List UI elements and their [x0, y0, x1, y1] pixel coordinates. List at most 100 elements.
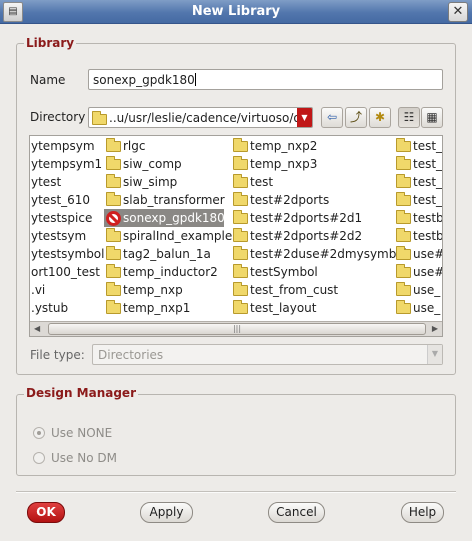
list-item[interactable]: tag2_balun_1a [104, 245, 226, 263]
folder-icon [106, 174, 121, 188]
use-no-dm-label: Use No DM [51, 451, 117, 465]
list-item[interactable]: ytempsym1 [31, 155, 102, 173]
no-entry-icon [106, 211, 121, 226]
list-item[interactable]: test#2dports#2d2 [231, 227, 391, 245]
file-column-1: ytempsym ytempsym1 ytest ytest_610 ytest… [31, 137, 104, 317]
list-item[interactable]: test#2dports#2d1 [231, 209, 391, 227]
list-item[interactable]: test_l [394, 173, 442, 191]
folder-icon [396, 192, 411, 206]
folder-icon [233, 210, 248, 224]
detail-view-icon: ▦ [426, 110, 438, 124]
folder-icon [233, 264, 248, 278]
list-item[interactable]: testba [394, 227, 442, 245]
folder-icon [106, 282, 121, 296]
help-button[interactable]: Help [401, 502, 444, 523]
folder-icon [233, 246, 248, 260]
apply-button[interactable]: Apply [140, 502, 193, 523]
list-item[interactable]: temp_inductor2 [104, 263, 226, 281]
list-item[interactable]: test#2duse#2dmysymbol [231, 245, 407, 263]
list-item[interactable]: ytestsymbol [31, 245, 104, 263]
list-item[interactable]: ytestspice [31, 209, 99, 227]
folder-icon [396, 282, 411, 296]
folder-icon [233, 138, 248, 152]
list-item[interactable]: testSymbol [231, 263, 391, 281]
file-column-2: rlgc siw_comp siw_simp slab_transformer … [104, 137, 232, 317]
directory-value: ..u/usr/leslie/cadence/virtuoso/oa/ [109, 111, 313, 125]
close-icon[interactable]: ✕ [448, 2, 468, 22]
library-group-title: Library [24, 36, 77, 50]
scroll-left-icon[interactable]: ◀ [34, 324, 40, 333]
name-input[interactable]: sonexp_gpdk180 [88, 69, 443, 90]
use-none-radio[interactable] [33, 427, 45, 439]
list-item[interactable]: .ystub [31, 299, 99, 317]
list-item[interactable]: test#2dports [231, 191, 391, 209]
list-item[interactable]: rlgc [104, 137, 226, 155]
window-title: New Library [191, 4, 281, 19]
scrollbar-thumb[interactable]: ||| [48, 323, 426, 335]
folder-icon [233, 174, 248, 188]
cancel-button[interactable]: Cancel [268, 502, 325, 523]
list-item[interactable]: siw_comp [104, 155, 226, 173]
folder-icon [396, 264, 411, 278]
list-item[interactable]: test_l [394, 191, 442, 209]
list-item[interactable]: test [231, 173, 391, 191]
folder-icon [233, 282, 248, 296]
list-item[interactable]: use#2 [394, 263, 442, 281]
folder-icon [396, 174, 411, 188]
list-item[interactable]: .vi [31, 281, 99, 299]
list-item[interactable]: temp_nxp [104, 281, 226, 299]
list-item[interactable]: temp_nxp1 [104, 299, 226, 317]
folder-icon [106, 300, 121, 314]
list-item[interactable]: ort100_test [31, 263, 100, 281]
list-item[interactable]: temp_nxp2 [231, 137, 391, 155]
list-item[interactable]: temp_nxp3 [231, 155, 391, 173]
list-item[interactable]: use#2 [394, 245, 442, 263]
list-item[interactable]: ytestsym [31, 227, 99, 245]
folder-icon [92, 111, 107, 125]
list-item[interactable]: use_ [394, 281, 442, 299]
new-folder-button[interactable]: ✱ [369, 107, 391, 128]
back-button[interactable]: ⇦ [321, 107, 343, 128]
folder-icon [396, 138, 411, 152]
folder-icon [396, 300, 411, 314]
name-label: Name [30, 73, 66, 87]
list-item[interactable]: spiralInd_example [104, 227, 232, 245]
back-arrow-icon: ⇦ [326, 110, 338, 124]
list-item[interactable]: ytest_610 [31, 191, 99, 209]
folder-icon [106, 138, 121, 152]
list-item[interactable]: ytempsym [31, 137, 99, 155]
folder-icon [233, 156, 248, 170]
list-item[interactable]: use_ [394, 299, 442, 317]
file-list[interactable]: ytempsym ytempsym1 ytest ytest_610 ytest… [29, 135, 443, 337]
list-item[interactable]: slab_transformer [104, 191, 226, 209]
horizontal-scrollbar[interactable]: ◀ ||| ▶ [30, 321, 442, 336]
folder-icon [106, 228, 121, 242]
directory-combo[interactable]: ..u/usr/leslie/cadence/virtuoso/oa/ ▼ [88, 107, 313, 128]
list-item[interactable]: siw_simp [104, 173, 226, 191]
list-item[interactable]: test_layout [231, 299, 391, 317]
list-item[interactable]: test_l [394, 155, 442, 173]
chevron-down-icon[interactable]: ▼ [297, 108, 312, 127]
text-caret [194, 73, 196, 86]
folder-icon [233, 228, 248, 242]
list-item[interactable]: testba [394, 209, 442, 227]
folder-icon [233, 300, 248, 314]
new-folder-icon: ✱ [374, 110, 386, 124]
chevron-down-icon[interactable]: ▼ [427, 345, 442, 364]
folder-up-button[interactable]: ⤴ [345, 107, 367, 128]
scroll-right-icon[interactable]: ▶ [432, 324, 438, 333]
list-item[interactable]: test_from_cust [231, 281, 391, 299]
directory-label: Directory [30, 110, 86, 124]
folder-icon [396, 246, 411, 260]
file-type-dropdown[interactable]: Directories ▼ [92, 344, 443, 365]
list-item-selected[interactable]: sonexp_gpdk180 [104, 209, 226, 227]
detail-view-button[interactable]: ▦ [421, 107, 443, 128]
use-no-dm-radio[interactable] [33, 452, 45, 464]
list-view-button[interactable]: ☷ [398, 107, 420, 128]
list-item[interactable]: ytest [31, 173, 99, 191]
name-input-value: sonexp_gpdk180 [93, 73, 195, 87]
file-type-value: Directories [98, 348, 164, 362]
folder-up-icon: ⤴ [349, 110, 362, 124]
list-item[interactable]: test_l [394, 137, 442, 155]
ok-button[interactable]: OK [27, 502, 65, 523]
